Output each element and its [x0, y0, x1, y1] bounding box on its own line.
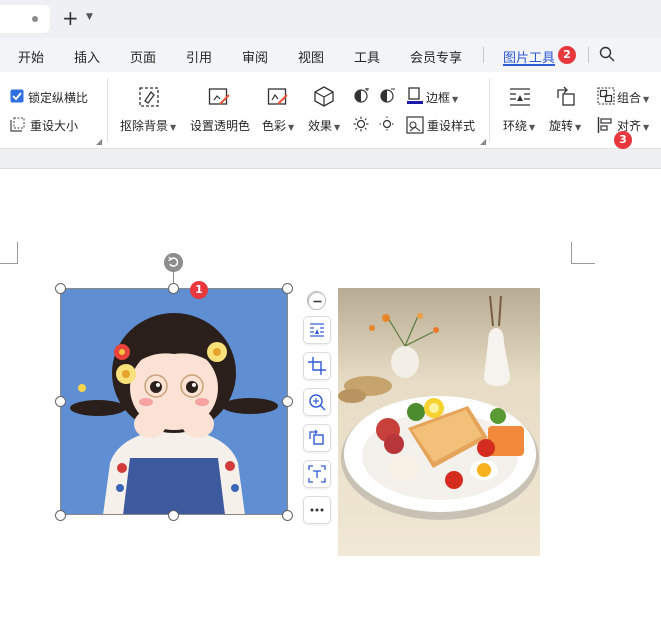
menu-review[interactable]: 审阅: [242, 47, 268, 66]
group-label: 组合: [617, 91, 642, 105]
set-transparent-color-button[interactable]: 设置透明色: [190, 117, 250, 134]
text-wrap-icon[interactable]: [508, 86, 532, 108]
border-label: 边框: [426, 91, 451, 105]
reset-size-label[interactable]: 重设大小: [30, 117, 78, 134]
crop-button[interactable]: [303, 352, 331, 380]
new-tab-plus-icon[interactable]: +: [62, 6, 79, 30]
ribbon-divider: [107, 78, 108, 142]
align-icon[interactable]: [597, 116, 615, 134]
chevron-down-icon: ▼: [452, 95, 459, 104]
rotate-icon[interactable]: [555, 86, 577, 108]
menu-view[interactable]: 视图: [298, 47, 324, 66]
chevron-down-icon: ▼: [334, 123, 341, 132]
resize-handle-top-left[interactable]: [55, 283, 66, 294]
resize-handle-top-right[interactable]: [282, 283, 293, 294]
decrease-contrast-icon[interactable]: [379, 88, 395, 104]
page-margin-corner-right: [571, 242, 595, 264]
step-badge-3: 3: [614, 131, 632, 149]
ocr-button[interactable]: [303, 460, 331, 488]
wrap-layout-icon: [310, 323, 324, 337]
unsaved-dot-icon: [32, 16, 38, 22]
page-margin-corner-left: [0, 242, 18, 264]
color-icon[interactable]: [267, 86, 289, 108]
menu-divider: [483, 47, 484, 63]
border-button[interactable]: 边框 ▼: [426, 89, 458, 106]
set-transparent-color-icon[interactable]: [208, 86, 230, 108]
remove-background-button[interactable]: 抠除背景 ▼: [120, 117, 176, 134]
chevron-down-icon: ▼: [643, 123, 650, 132]
ruler-strip: [0, 149, 661, 169]
group-button[interactable]: 组合 ▼: [617, 89, 649, 106]
rotate-handle-icon[interactable]: [164, 253, 183, 272]
color-label: 色彩: [262, 119, 287, 133]
step-badge-1: 1: [190, 281, 208, 299]
zoom-icon: [309, 394, 326, 411]
chevron-down-icon: ▼: [529, 123, 536, 132]
reset-size-icon[interactable]: [10, 116, 26, 132]
menu-divider: [588, 47, 589, 63]
effect-label: 效果: [308, 119, 333, 133]
color-button[interactable]: 色彩 ▼: [262, 117, 294, 134]
chevron-down-icon: ▼: [170, 123, 177, 132]
resize-handle-top[interactable]: [168, 283, 179, 294]
menu-page[interactable]: 页面: [130, 47, 156, 66]
menu-reference[interactable]: 引用: [186, 47, 212, 66]
chevron-down-icon[interactable]: ▼: [86, 12, 93, 22]
active-tab-underline: [503, 64, 555, 66]
more-button[interactable]: [303, 496, 331, 524]
wrap-layout-button[interactable]: [303, 316, 331, 344]
wrap-button[interactable]: 环绕 ▼: [503, 117, 535, 134]
ocr-icon: [308, 465, 326, 483]
dialog-launcher-icon[interactable]: ◢: [96, 137, 102, 146]
menu-start[interactable]: 开始: [18, 47, 44, 66]
document-tab[interactable]: [0, 5, 50, 33]
remove-background-label: 抠除背景: [120, 119, 169, 133]
rotate-image-button[interactable]: [303, 424, 331, 452]
image-selection-frame: [60, 288, 288, 515]
rotate-icon: [309, 429, 324, 445]
resize-handle-left[interactable]: [55, 396, 66, 407]
lock-ratio-checkbox[interactable]: [10, 89, 24, 103]
menu-insert[interactable]: 插入: [74, 47, 100, 66]
dialog-launcher-icon[interactable]: ◢: [480, 137, 486, 146]
menu-tools[interactable]: 工具: [354, 47, 380, 66]
reset-style-icon[interactable]: [406, 116, 424, 134]
rotate-button[interactable]: 旋转 ▼: [549, 117, 581, 134]
group-icon[interactable]: [597, 87, 615, 105]
increase-contrast-icon[interactable]: [353, 88, 369, 104]
remove-background-icon[interactable]: [138, 86, 160, 108]
title-bar: + ▼: [0, 0, 661, 38]
increase-brightness-icon[interactable]: [353, 116, 369, 132]
ribbon-divider: [489, 78, 490, 142]
step-badge-2: 2: [558, 46, 576, 64]
rotate-label: 旋转: [549, 119, 574, 133]
resize-handle-right[interactable]: [282, 396, 293, 407]
chevron-down-icon: ▼: [288, 123, 295, 132]
lock-ratio-label[interactable]: 锁定纵横比: [28, 89, 88, 106]
breakfast-plate-graphic: [338, 288, 540, 556]
resize-handle-bottom-right[interactable]: [282, 510, 293, 521]
resize-handle-bottom[interactable]: [168, 510, 179, 521]
collapse-icon[interactable]: [307, 291, 326, 310]
decrease-brightness-icon[interactable]: [379, 116, 395, 132]
effect-button[interactable]: 效果 ▼: [308, 117, 340, 134]
chevron-down-icon: ▼: [575, 123, 582, 132]
search-icon[interactable]: [599, 46, 615, 62]
border-icon[interactable]: [406, 87, 424, 105]
reset-style-button[interactable]: 重设样式: [427, 117, 475, 134]
wrap-label: 环绕: [503, 119, 528, 133]
zoom-button[interactable]: [303, 388, 331, 416]
more-icon: [310, 508, 324, 512]
crop-icon: [308, 357, 326, 375]
chevron-down-icon: ▼: [643, 95, 650, 104]
effect-icon[interactable]: [313, 85, 335, 107]
menu-member[interactable]: 会员专享: [410, 47, 462, 66]
breakfast-plate-image[interactable]: [338, 288, 540, 556]
resize-handle-bottom-left[interactable]: [55, 510, 66, 521]
